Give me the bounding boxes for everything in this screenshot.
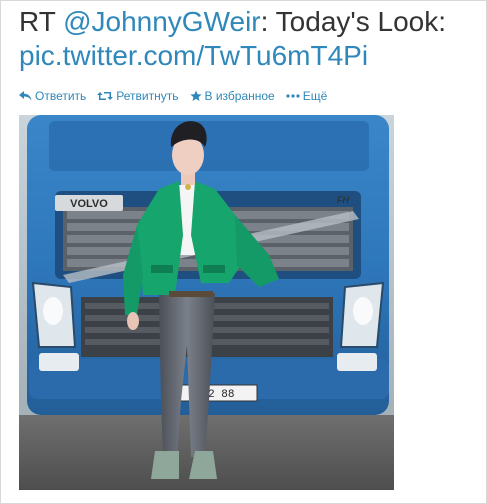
reply-button[interactable]: Ответить bbox=[19, 89, 86, 103]
ellipsis-icon bbox=[286, 93, 300, 99]
retweet-icon bbox=[97, 91, 114, 101]
more-button[interactable]: Ещё bbox=[286, 89, 328, 103]
more-label: Ещё bbox=[302, 89, 328, 103]
favorite-label: В избранное bbox=[204, 89, 275, 103]
reply-icon bbox=[19, 91, 32, 101]
tweet-actions: Ответить Ретвитнуть В избранное Ещё bbox=[19, 89, 338, 103]
truck-photo-illustration: VOLVO FH 12 88 bbox=[19, 115, 394, 490]
tweet-prefix: RT bbox=[19, 6, 64, 37]
truck-model-badge: FH bbox=[337, 195, 349, 205]
tweet-text: RT @JohnnyGWeir: Today's Look: pic.twitt… bbox=[19, 5, 481, 73]
star-icon bbox=[189, 90, 202, 102]
tweet-body: : Today's Look: bbox=[260, 6, 447, 37]
truck-brand-badge: VOLVO bbox=[70, 198, 108, 210]
favorite-button[interactable]: В избранное bbox=[189, 89, 275, 103]
tweet-card: RT @JohnnyGWeir: Today's Look: pic.twitt… bbox=[0, 0, 487, 504]
tweet-photo[interactable]: VOLVO FH 12 88 bbox=[19, 115, 394, 490]
retweet-button[interactable]: Ретвитнуть bbox=[97, 89, 179, 103]
reply-label: Ответить bbox=[35, 89, 87, 103]
media-link[interactable]: pic.twitter.com/TwTu6mT4Pi bbox=[19, 40, 368, 71]
mention-link[interactable]: @JohnnyGWeir bbox=[63, 6, 261, 37]
retweet-label: Ретвитнуть bbox=[116, 89, 179, 103]
